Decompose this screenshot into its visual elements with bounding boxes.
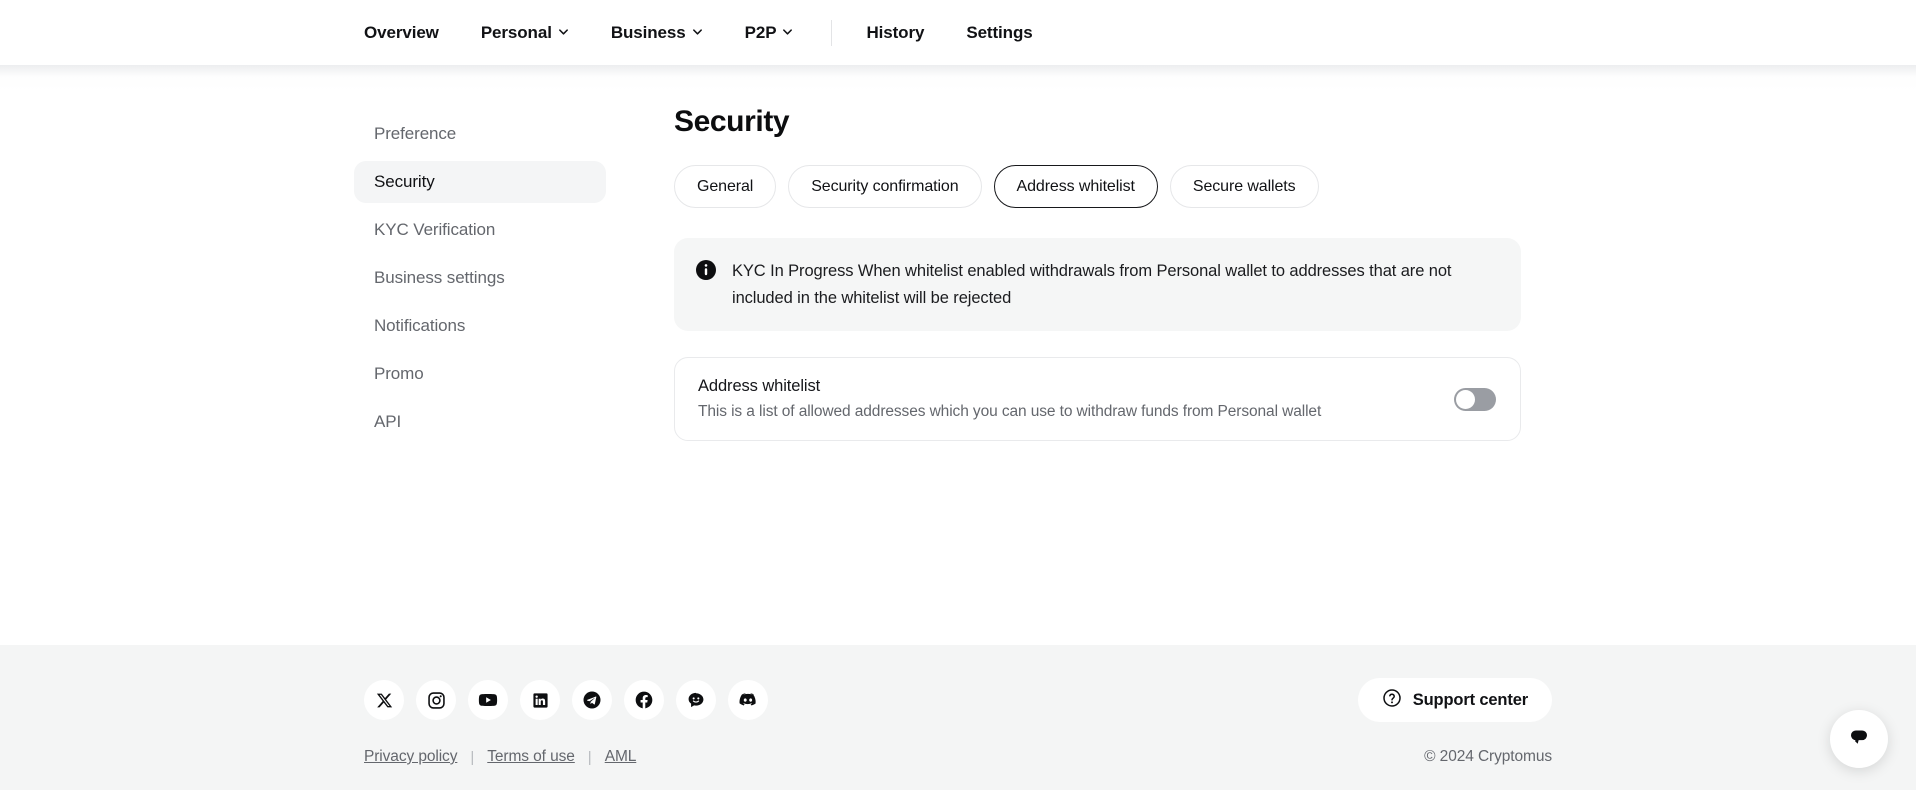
kyc-info-banner: KYC In Progress When whitelist enabled w… <box>674 238 1521 331</box>
sidebar-item-label: KYC Verification <box>374 220 495 240</box>
legal-links: Privacy policy | Terms of use | AML <box>364 748 636 766</box>
address-whitelist-card: Address whitelist This is a list of allo… <box>674 357 1521 441</box>
nav-item-history[interactable]: History <box>866 23 924 43</box>
tab-label: Security confirmation <box>811 178 958 196</box>
top-navigation-bar: Overview Personal Business P2P History S <box>0 0 1916 65</box>
question-mark-circle-icon <box>1382 688 1402 713</box>
nav-divider <box>831 20 832 46</box>
nav-item-p2p[interactable]: P2P <box>745 23 794 43</box>
sidebar-item-business-settings[interactable]: Business settings <box>354 257 606 299</box>
card-subtitle: This is a list of allowed addresses whic… <box>698 403 1321 421</box>
legal-separator: | <box>470 749 474 766</box>
sidebar-item-kyc-verification[interactable]: KYC Verification <box>354 209 606 251</box>
tab-label: Secure wallets <box>1193 178 1296 196</box>
sidebar-item-security[interactable]: Security <box>354 161 606 203</box>
nav-label: P2P <box>745 23 777 43</box>
tab-bar: General Security confirmation Address wh… <box>674 165 1916 208</box>
address-whitelist-toggle[interactable] <box>1454 388 1496 411</box>
card-text-block: Address whitelist This is a list of allo… <box>698 377 1321 421</box>
chevron-down-icon <box>558 26 569 37</box>
nav-label: History <box>866 23 924 43</box>
sidebar-item-label: Security <box>374 172 435 192</box>
content-wrapper: Preference Security KYC Verification Bus… <box>0 65 1916 449</box>
instagram-icon[interactable] <box>416 680 456 720</box>
sidebar-item-promo[interactable]: Promo <box>354 353 606 395</box>
footer-bottom-row: Privacy policy | Terms of use | AML © 20… <box>0 722 1916 766</box>
tab-label: Address whitelist <box>1017 178 1135 196</box>
toggle-knob <box>1456 390 1475 409</box>
sidebar-item-label: Promo <box>374 364 424 384</box>
tab-general[interactable]: General <box>674 165 776 208</box>
youtube-icon[interactable] <box>468 680 508 720</box>
nav-label: Personal <box>481 23 552 43</box>
support-center-button[interactable]: Support center <box>1358 678 1552 722</box>
chat-launcher-button[interactable] <box>1830 710 1888 768</box>
tab-label: General <box>697 178 753 196</box>
x-twitter-icon[interactable] <box>364 680 404 720</box>
sidebar-item-label: Preference <box>374 124 456 144</box>
banner-text: KYC In Progress When whitelist enabled w… <box>732 258 1497 311</box>
nav-item-business[interactable]: Business <box>611 23 703 43</box>
telegram-icon[interactable] <box>572 680 612 720</box>
info-icon <box>696 260 716 280</box>
chevron-down-icon <box>692 26 703 37</box>
card-title: Address whitelist <box>698 377 1321 396</box>
social-links <box>364 680 768 720</box>
nav-label: Business <box>611 23 686 43</box>
link-terms-of-use[interactable]: Terms of use <box>487 748 575 766</box>
reddit-icon[interactable] <box>676 680 716 720</box>
settings-sidebar: Preference Security KYC Verification Bus… <box>354 103 606 449</box>
main-content: Security General Security confirmation A… <box>606 103 1916 449</box>
sidebar-item-label: Business settings <box>374 268 505 288</box>
sidebar-item-notifications[interactable]: Notifications <box>354 305 606 347</box>
link-aml[interactable]: AML <box>605 748 637 766</box>
page-body: Preference Security KYC Verification Bus… <box>0 65 1916 645</box>
sidebar-item-api[interactable]: API <box>354 401 606 443</box>
page-footer: Support center Privacy policy | Terms of… <box>0 645 1916 790</box>
tab-address-whitelist[interactable]: Address whitelist <box>994 165 1158 208</box>
sidebar-item-label: API <box>374 412 401 432</box>
tab-secure-wallets[interactable]: Secure wallets <box>1170 165 1319 208</box>
legal-separator: | <box>588 749 592 766</box>
nav-items-container: Overview Personal Business P2P History S <box>0 0 1033 65</box>
copyright-text: © 2024 Cryptomus <box>1424 748 1552 766</box>
chevron-down-icon <box>782 26 793 37</box>
support-center-label: Support center <box>1413 691 1528 710</box>
chat-bubble-icon <box>1846 724 1872 755</box>
tab-security-confirmation[interactable]: Security confirmation <box>788 165 981 208</box>
nav-item-overview[interactable]: Overview <box>364 23 439 43</box>
nav-item-settings[interactable]: Settings <box>966 23 1032 43</box>
facebook-icon[interactable] <box>624 680 664 720</box>
page-title: Security <box>674 105 1916 139</box>
sidebar-item-preference[interactable]: Preference <box>354 113 606 155</box>
linkedin-icon[interactable] <box>520 680 560 720</box>
nav-label: Settings <box>966 23 1032 43</box>
nav-item-personal[interactable]: Personal <box>481 23 569 43</box>
link-privacy-policy[interactable]: Privacy policy <box>364 748 457 766</box>
nav-label: Overview <box>364 23 439 43</box>
footer-top-row: Support center <box>0 645 1916 722</box>
sidebar-item-label: Notifications <box>374 316 465 336</box>
discord-icon[interactable] <box>728 680 768 720</box>
